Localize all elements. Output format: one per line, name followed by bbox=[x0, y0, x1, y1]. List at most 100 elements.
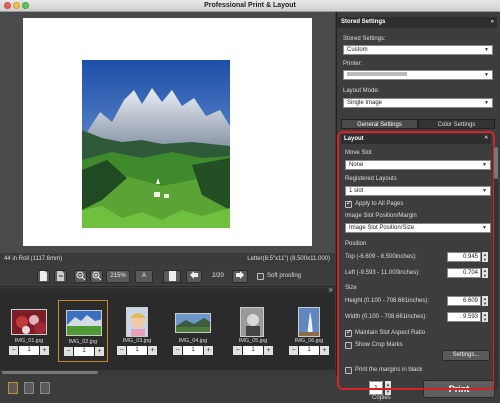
thumbnail-copies-stepper[interactable]: − 1 + bbox=[9, 346, 49, 355]
thumbnail-image[interactable] bbox=[66, 310, 102, 336]
thumbnail-name: IMG_02.jpg bbox=[68, 339, 98, 345]
thumbnail-item[interactable]: IMG_05.jpg − 1 + bbox=[228, 300, 278, 362]
width-input[interactable]: 9.593 bbox=[447, 312, 481, 322]
thumbnail-image[interactable] bbox=[11, 309, 47, 335]
apply-all-pages-label: Apply to All Pages bbox=[355, 201, 404, 207]
chevron-down-icon: ▼ bbox=[482, 188, 487, 194]
left-input[interactable]: 0.704 bbox=[447, 268, 481, 278]
thumbnail-copies-stepper[interactable]: − 1 + bbox=[173, 346, 213, 355]
thumbnail-copies-stepper[interactable]: − 1 + bbox=[64, 347, 104, 356]
minus-icon[interactable]: − bbox=[117, 346, 126, 355]
layout-scrollbar[interactable] bbox=[494, 147, 498, 387]
minus-icon[interactable]: − bbox=[233, 346, 242, 355]
height-label: Height (0.100 - 708.661inches): bbox=[345, 298, 430, 304]
chevron-down-icon: ▼ bbox=[484, 72, 489, 78]
soft-proofing-label: Soft proofing bbox=[267, 273, 302, 279]
printer-label: Printer: bbox=[343, 61, 363, 67]
print-margins-black-checkbox[interactable] bbox=[345, 367, 352, 374]
registered-layouts-value: 1 slot bbox=[349, 188, 364, 194]
apply-all-pages-checkbox[interactable]: ✓ bbox=[345, 200, 352, 208]
preview-photo[interactable] bbox=[82, 60, 230, 228]
stored-settings-select[interactable]: Custom ▼ bbox=[343, 45, 493, 55]
next-page-button[interactable] bbox=[232, 270, 248, 283]
thumbnail-item[interactable]: IMG_04.jpg − 1 + bbox=[168, 300, 218, 362]
stored-settings-header[interactable]: Stored Settings » bbox=[337, 17, 497, 28]
thumbnail-copies-value[interactable]: 1 bbox=[127, 346, 147, 355]
single-view-icon[interactable] bbox=[8, 382, 18, 394]
zoom-in-icon[interactable] bbox=[90, 270, 103, 283]
thumbnail-copies-value[interactable]: 1 bbox=[299, 346, 319, 355]
crop-settings-button[interactable]: Settings... bbox=[442, 350, 490, 361]
move-slot-value: None bbox=[349, 162, 364, 168]
scrollbar-thumb[interactable] bbox=[2, 371, 98, 374]
minus-icon[interactable]: − bbox=[289, 346, 298, 355]
preview-toolbar: 215% A 2/20 Soft proofing bbox=[0, 265, 335, 287]
stored-settings-header-label: Stored Settings bbox=[341, 19, 386, 25]
thumbnail-copies-value[interactable]: 1 bbox=[19, 346, 39, 355]
print-preview-area bbox=[0, 12, 335, 253]
text-tool-button[interactable]: A bbox=[135, 270, 153, 283]
list-view-icon[interactable] bbox=[40, 382, 50, 394]
paper-preview bbox=[23, 18, 312, 246]
thumbnail-item[interactable]: IMG_02.jpg − 1 + bbox=[58, 300, 108, 362]
minus-icon[interactable]: − bbox=[173, 346, 182, 355]
page-counter[interactable]: 2/20 bbox=[206, 270, 230, 283]
top-stepper[interactable]: ▲ ▼ bbox=[482, 252, 488, 262]
left-stepper[interactable]: ▲ ▼ bbox=[482, 268, 488, 278]
plus-icon[interactable]: + bbox=[148, 346, 157, 355]
thumbnail-copies-stepper[interactable]: − 1 + bbox=[117, 346, 157, 355]
previous-page-button[interactable] bbox=[186, 270, 202, 283]
double-view-icon[interactable] bbox=[24, 382, 34, 394]
thumbnail-image[interactable] bbox=[240, 307, 264, 337]
height-stepper[interactable]: ▲ ▼ bbox=[482, 296, 488, 306]
height-input[interactable]: 6.609 bbox=[447, 296, 481, 306]
plus-icon[interactable]: + bbox=[95, 347, 104, 356]
zoom-out-icon[interactable] bbox=[74, 270, 87, 283]
scrollbar-thumb[interactable] bbox=[494, 147, 498, 179]
thumbnail-image[interactable] bbox=[175, 313, 211, 333]
thumbnail-copies-value[interactable]: 1 bbox=[183, 346, 203, 355]
registered-layouts-select[interactable]: 1 slot ▼ bbox=[345, 186, 491, 196]
slot-position-select[interactable]: Image Slot Position/Size ▼ bbox=[345, 223, 491, 233]
chevron-down-icon: ▼ bbox=[482, 225, 487, 231]
checkmark-icon: ✓ bbox=[346, 329, 352, 336]
layout-header[interactable]: Layout ^ bbox=[341, 134, 491, 144]
title-bar: Professional Print & Layout bbox=[0, 0, 500, 12]
settings-tabs: General Settings Color Settings bbox=[341, 119, 495, 129]
roll-size-label: 44 in Roll (1117.6mm) bbox=[4, 256, 63, 262]
thumbnail-image[interactable] bbox=[126, 307, 148, 337]
soft-proofing-checkbox[interactable] bbox=[257, 273, 264, 280]
tab-general-settings[interactable]: General Settings bbox=[341, 119, 418, 129]
thumbnail-copies-stepper[interactable]: − 1 + bbox=[233, 346, 273, 355]
printer-select[interactable]: ▼ bbox=[343, 70, 493, 80]
minus-icon[interactable]: − bbox=[64, 347, 73, 356]
thumbnail-name: IMG_03.jpg bbox=[122, 338, 152, 344]
width-stepper[interactable]: ▲ ▼ bbox=[482, 312, 488, 322]
remove-page-button[interactable] bbox=[54, 270, 67, 283]
thumbnail-image[interactable] bbox=[298, 307, 320, 337]
tab-color-settings[interactable]: Color Settings bbox=[418, 119, 495, 129]
move-slot-select[interactable]: None ▼ bbox=[345, 160, 491, 170]
layout-mode-select[interactable]: Single Image ▼ bbox=[343, 98, 493, 108]
add-page-button[interactable] bbox=[37, 270, 50, 283]
chevron-up-icon[interactable]: ^ bbox=[484, 134, 488, 144]
chevron-double-down-icon[interactable]: » bbox=[329, 285, 333, 294]
show-crop-marks-checkbox[interactable] bbox=[345, 342, 352, 349]
chevron-double-icon[interactable]: » bbox=[491, 17, 494, 28]
thumbnail-copies-value[interactable]: 1 bbox=[74, 347, 94, 356]
plus-icon[interactable]: + bbox=[40, 346, 49, 355]
top-input[interactable]: 0.945 bbox=[447, 252, 481, 262]
zoom-level-dropdown[interactable]: 215% bbox=[106, 270, 130, 283]
thumbnail-item[interactable]: IMG_06.jpg − 1 + bbox=[284, 300, 334, 362]
thumbnail-strip: IMG_01.jpg − 1 + IMG_02.jpg − 1 + IMG_03… bbox=[0, 294, 335, 374]
plus-icon[interactable]: + bbox=[204, 346, 213, 355]
thumbnail-item[interactable]: IMG_03.jpg − 1 + bbox=[112, 300, 162, 362]
thumbnail-copies-value[interactable]: 1 bbox=[243, 346, 263, 355]
maintain-aspect-ratio-checkbox[interactable]: ✓ bbox=[345, 329, 352, 337]
plus-icon[interactable]: + bbox=[264, 346, 273, 355]
thumbnail-copies-stepper[interactable]: − 1 + bbox=[289, 346, 329, 355]
minus-icon[interactable]: − bbox=[9, 346, 18, 355]
thumbnail-item[interactable]: IMG_01.jpg − 1 + bbox=[4, 300, 54, 362]
plus-icon[interactable]: + bbox=[320, 346, 329, 355]
page-options-button[interactable] bbox=[163, 270, 181, 283]
